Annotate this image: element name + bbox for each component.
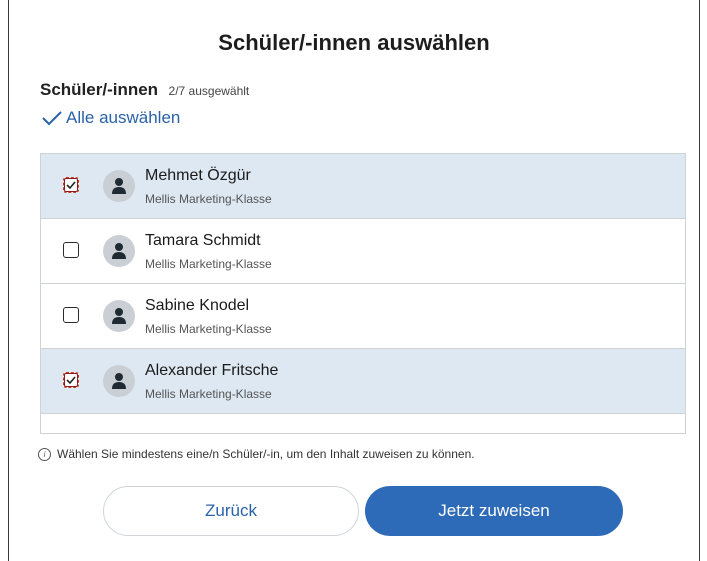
avatar <box>103 170 135 202</box>
student-class: Mellis Marketing-Klasse <box>145 192 272 206</box>
student-checkbox[interactable] <box>63 177 79 193</box>
student-name: Alexander Fritsche <box>145 362 279 379</box>
student-class: Mellis Marketing-Klasse <box>145 322 272 336</box>
student-row-partially-visible[interactable] <box>41 414 685 433</box>
check-icon <box>66 376 76 385</box>
students-section-header: Schüler/-innen 2/7 ausgewählt <box>40 80 249 100</box>
assign-now-button[interactable]: Jetzt zuweisen <box>365 486 623 536</box>
person-icon <box>112 243 126 259</box>
student-list[interactable]: Mehmet Özgür Mellis Marketing-Klasse Tam… <box>40 153 686 434</box>
info-icon: i <box>38 447 51 461</box>
selection-count: 2/7 ausgewählt <box>168 84 250 98</box>
checkmark-icon <box>42 111 62 126</box>
avatar <box>103 365 135 397</box>
student-checkbox[interactable] <box>63 372 79 388</box>
frame-border-right <box>699 0 700 561</box>
avatar <box>103 300 135 332</box>
assign-students-dialog: Schüler/-innen auswählen Schüler/-innen … <box>9 0 699 561</box>
check-icon <box>66 181 76 190</box>
person-icon <box>112 308 126 324</box>
student-class: Mellis Marketing-Klasse <box>145 387 272 401</box>
student-row[interactable]: Mehmet Özgür Mellis Marketing-Klasse <box>41 154 685 219</box>
select-all-link[interactable]: Alle auswählen <box>41 108 180 128</box>
student-name: Tamara Schmidt <box>145 232 261 249</box>
student-name: Mehmet Özgür <box>145 167 251 184</box>
student-row[interactable]: Tamara Schmidt Mellis Marketing-Klasse <box>41 219 685 284</box>
back-button[interactable]: Zurück <box>103 486 359 536</box>
student-row[interactable]: Sabine Knodel Mellis Marketing-Klasse <box>41 284 685 349</box>
dialog-title: Schüler/-innen auswählen <box>218 30 490 55</box>
info-message: i Wählen Sie mindestens eine/n Schüler/-… <box>38 447 475 461</box>
student-checkbox[interactable] <box>63 307 79 323</box>
students-section-title: Schüler/-innen <box>40 80 159 99</box>
student-checkbox[interactable] <box>63 242 79 258</box>
student-row[interactable]: Alexander Fritsche Mellis Marketing-Klas… <box>41 349 685 414</box>
student-name: Sabine Knodel <box>145 297 250 314</box>
person-icon <box>112 178 126 194</box>
info-text: Wählen Sie mindestens eine/n Schüler/-in… <box>57 447 475 461</box>
student-class: Mellis Marketing-Klasse <box>145 257 272 271</box>
avatar <box>103 235 135 267</box>
person-icon <box>112 373 126 389</box>
select-all-label: Alle auswählen <box>66 108 181 127</box>
